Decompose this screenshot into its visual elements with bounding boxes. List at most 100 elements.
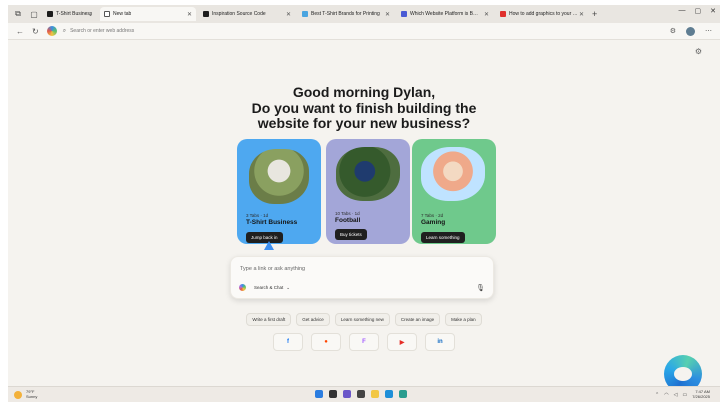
close-icon[interactable]: ✕ (286, 11, 291, 18)
copilot-icon[interactable] (46, 26, 57, 36)
browser-screen: ⧉ ▢ T-Shirt Business ⌄ New tab ✕ Inspira… (8, 5, 720, 402)
tab-new-tab[interactable]: New tab ✕ (100, 7, 196, 21)
chip-make-plan[interactable]: Make a plan (445, 313, 482, 326)
weather-text: 79°F Sunny (26, 389, 38, 399)
omnibox[interactable]: ⌕ Search or enter web address (63, 26, 135, 37)
greeting-line-1: Good morning Dylan, (292, 84, 436, 100)
buy-tickets-button[interactable]: Buy tickets (335, 229, 367, 240)
battery-icon[interactable]: ▭ (682, 392, 687, 398)
quicklink-reddit[interactable]: ● (311, 333, 341, 351)
windows-start-icon[interactable] (315, 390, 323, 398)
quicklink-facebook[interactable]: f (273, 333, 303, 351)
linkedin-icon: in (437, 339, 443, 345)
sun-icon (14, 390, 22, 399)
card-meta: 3 Tabs · 1d (246, 213, 269, 218)
card-title: T-Shirt Business (246, 219, 298, 226)
more-menu-icon[interactable]: ⋯ (705, 27, 712, 35)
chip-write-first-draft[interactable]: Write a first draft (246, 313, 292, 326)
card-t-shirt-business[interactable]: 3 Tabs · 1d T-Shirt Business Jump back i… (237, 139, 321, 244)
refresh-icon[interactable]: ↻ (32, 27, 39, 36)
close-icon[interactable]: ✕ (385, 11, 390, 18)
tab-inspiration-source-code[interactable]: Inspiration Source Code ✕ (199, 7, 295, 21)
volume-icon[interactable]: ◁ (674, 392, 678, 398)
greeting-heading: Good morning Dylan, Do you want to finis… (8, 84, 720, 132)
tab-t-shirt-business[interactable]: T-Shirt Business ⌄ (43, 7, 97, 21)
extensions-icon[interactable]: ⚙ (670, 27, 676, 35)
back-arrow-icon[interactable]: ← (16, 27, 24, 36)
tab-favicon (203, 11, 209, 17)
quicklink-figma[interactable]: F (349, 333, 379, 351)
tab-favicon (401, 11, 407, 17)
copilot-icon (239, 284, 246, 291)
close-icon[interactable]: ✕ (579, 11, 584, 18)
chip-create-image[interactable]: Create an image (394, 313, 441, 326)
microphone-icon[interactable]: 🎙 (476, 284, 485, 292)
tab-label: Best T-Shirt Brands for Printing (311, 11, 380, 17)
tab-label: How to add graphics to your websi... (509, 11, 579, 17)
store-icon[interactable] (399, 390, 407, 398)
card-meta: 10 Tabs · 1d (335, 211, 360, 216)
close-icon[interactable]: ✕ (484, 11, 489, 18)
card-photo (421, 147, 485, 201)
window-controls: — ▢ ✕ (679, 7, 717, 15)
greeting-line-3: website for your new business? (257, 115, 471, 131)
card-title: Gaming (421, 219, 446, 226)
address-placeholder: Search or enter web address (70, 28, 135, 34)
copilot-taskbar-icon[interactable] (343, 390, 351, 398)
chevron-up-icon[interactable]: ⌃ (655, 392, 659, 398)
pointer-icon (264, 241, 274, 250)
tab-favicon (302, 11, 308, 17)
file-explorer-icon[interactable] (371, 390, 379, 398)
card-meta: 7 Tabs · 2d (421, 213, 444, 218)
system-tray: ⌃ ◠ ◁ ▭ 7:47 AM 7/26/2025 (655, 389, 710, 399)
task-view-icon[interactable] (357, 390, 365, 398)
tab-strip: ⧉ ▢ T-Shirt Business ⌄ New tab ✕ Inspira… (8, 5, 720, 23)
figma-icon: F (362, 339, 366, 345)
weather-condition: Sunny (26, 393, 38, 399)
chat-input-box[interactable]: Type a link or ask anything Search & Cha… (230, 256, 494, 299)
chat-mode-label: Search & Chat (254, 285, 284, 290)
weather-widget[interactable]: 79°F Sunny (14, 389, 38, 399)
minimize-icon[interactable]: — (679, 7, 686, 15)
tab-best-t-shirt-brands[interactable]: Best T-Shirt Brands for Printing ✕ (298, 7, 394, 21)
tab-add-graphics[interactable]: How to add graphics to your websi... ✕ (496, 7, 588, 21)
workspaces-icon[interactable]: ⧉ (12, 8, 24, 20)
chip-get-advice[interactable]: Get advice (296, 313, 330, 326)
profile-avatar[interactable] (686, 26, 695, 36)
learn-something-button[interactable]: Learn something (421, 232, 465, 243)
close-icon[interactable]: ✕ (187, 11, 192, 18)
quick-links: f ● F ▶ in (8, 333, 720, 351)
tab-actions-icon[interactable]: ▢ (28, 8, 40, 20)
card-gaming[interactable]: 7 Tabs · 2d Gaming Learn something (412, 139, 496, 244)
card-football[interactable]: 10 Tabs · 1d Football Buy tickets (326, 139, 410, 244)
tab-label: T-Shirt Business (56, 11, 93, 17)
quicklink-youtube[interactable]: ▶ (387, 333, 417, 351)
maximize-icon[interactable]: ▢ (695, 7, 702, 15)
tab-favicon (500, 11, 506, 17)
youtube-icon: ▶ (399, 339, 405, 346)
taskbar: 79°F Sunny ⌃ ◠ ◁ ▭ 7:47 AM 7/26/2025 (8, 386, 720, 402)
edge-taskbar-icon[interactable] (385, 390, 393, 398)
quicklink-linkedin[interactable]: in (425, 333, 455, 351)
new-tab-button[interactable]: + (592, 9, 597, 19)
toolbar-right: ⚙ ⋯ (670, 26, 712, 36)
tab-website-platform[interactable]: Which Website Platform is Better fo... ✕ (397, 7, 493, 21)
address-bar: ← ↻ ⌕ Search or enter web address ⚙ ⋯ (8, 23, 720, 40)
search-taskbar-icon[interactable] (329, 390, 337, 398)
taskbar-apps (315, 390, 407, 398)
card-photo (249, 149, 309, 204)
facebook-icon: f (287, 339, 289, 345)
tab-label: New tab (113, 11, 132, 17)
close-window-icon[interactable]: ✕ (710, 7, 716, 15)
chevron-down-icon[interactable]: ⌄ (88, 11, 93, 18)
chevron-down-icon: ⌄ (286, 284, 291, 290)
chat-mode-selector[interactable]: Search & Chat ⌄ (239, 284, 290, 291)
tab-favicon (47, 11, 53, 17)
wifi-icon[interactable]: ◠ (664, 392, 668, 398)
clock[interactable]: 7:47 AM 7/26/2025 (692, 389, 710, 399)
chip-learn-something-new[interactable]: Learn something new (334, 313, 390, 326)
greeting-line-2: Do you want to finish building the (251, 99, 477, 116)
card-photo (336, 147, 400, 201)
page-settings-icon[interactable]: ⚙ (695, 47, 702, 56)
suggestion-chips: Write a first draft Get advice Learn som… (8, 313, 720, 326)
